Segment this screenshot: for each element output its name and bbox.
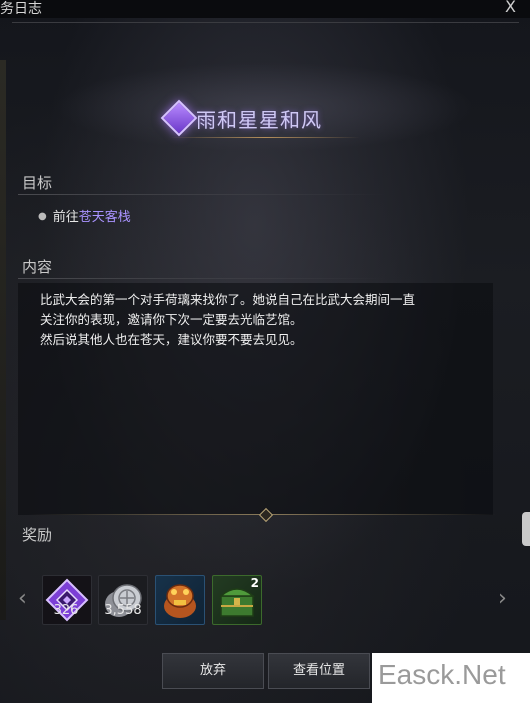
title-underline [170, 137, 360, 138]
reward-count: 3,558 [104, 603, 142, 618]
quest-diamond-icon [160, 99, 198, 137]
side-tab-handle[interactable] [522, 512, 530, 546]
rewards-next-arrow-icon[interactable]: › [498, 586, 507, 611]
objective-item[interactable]: ● 前往苍天客栈 [38, 206, 131, 225]
left-edge-decoration [0, 60, 6, 620]
content-rule [18, 278, 388, 279]
rewards-label: 奖励 [22, 526, 53, 544]
reward-quantity-badge: 2 [250, 576, 259, 590]
window-title: 务日志 [0, 0, 42, 16]
reward-slot[interactable] [155, 575, 205, 625]
objective-rule [18, 194, 388, 195]
objective-prefix: 前往 [52, 210, 79, 225]
reward-count: 326 [53, 603, 79, 618]
reward-slot[interactable]: 2 [212, 575, 262, 625]
content-label: 内容 [22, 258, 53, 276]
close-button[interactable]: X [505, 0, 516, 16]
bullet-icon: ● [38, 211, 47, 222]
quest-title: 雨和星星和风 [196, 108, 322, 132]
content-line: 关注你的表现，邀请你下次一定要去光临艺馆。 [40, 312, 303, 327]
frame-line [12, 22, 519, 23]
content-text: 比武大会的第一个对手荷璃来找你了。她说自己在比武大会期间一直 关注你的表现，邀请… [40, 290, 480, 350]
content-line: 然后说其他人也在苍天，建议你要不要去见见。 [40, 332, 303, 347]
quest-log-window: 务日志 X 雨和星星和风 目标 ● 前往苍天客栈 内容 比武大会的第一个对手荷璃来… [0, 0, 530, 703]
rewards-prev-arrow-icon[interactable]: ‹ [18, 586, 27, 611]
content-line: 比武大会的第一个对手荷璃来找你了。她说自己在比武大会期间一直 [40, 292, 416, 307]
abandon-button[interactable]: 放弃 [162, 653, 264, 689]
watermark-text: Easck.Net [378, 659, 506, 690]
objective-label: 目标 [22, 174, 53, 192]
toad-treasure-icon [164, 584, 196, 618]
quest-title-area: 雨和星星和风 [160, 99, 370, 137]
objective-place-link[interactable]: 苍天客栈 [79, 210, 131, 225]
view-location-button[interactable]: 查看位置 [268, 653, 370, 689]
title-bar: 务日志 X [0, 0, 530, 18]
watermark: Easck.Net [372, 653, 530, 703]
